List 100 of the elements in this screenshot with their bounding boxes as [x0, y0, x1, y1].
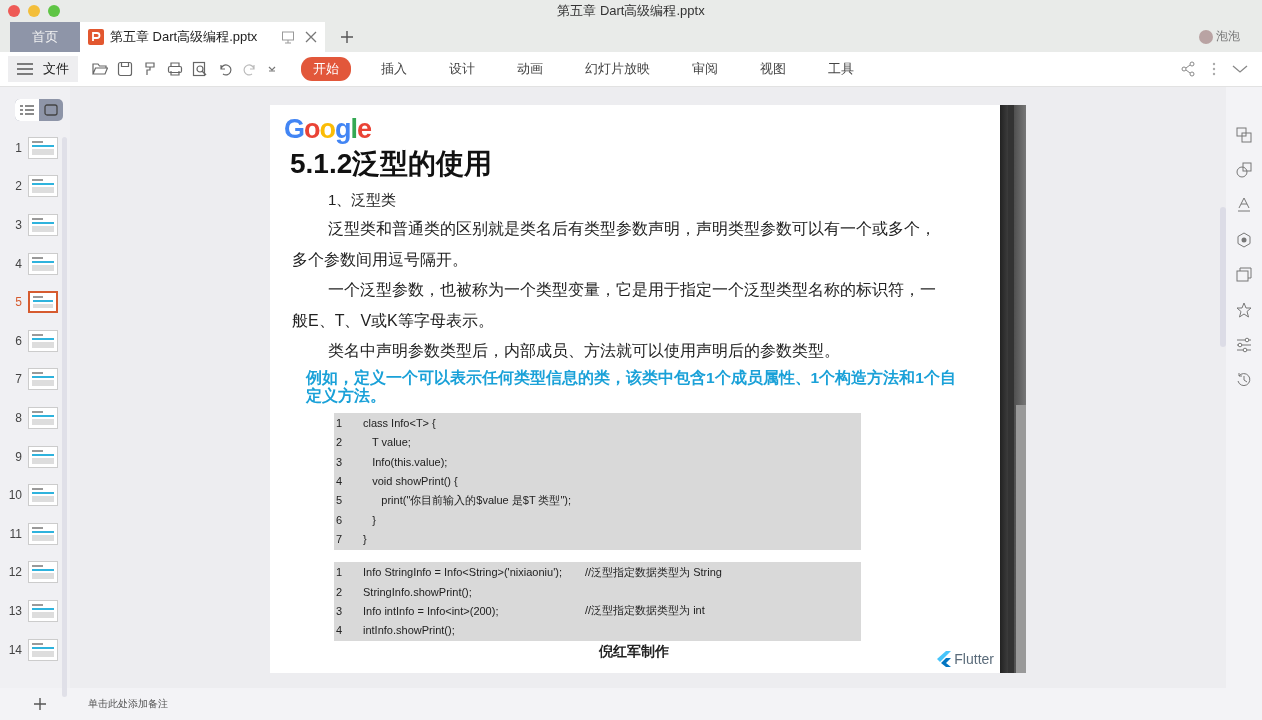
line-number: 4 [335, 624, 344, 637]
line-number: 3 [335, 455, 344, 468]
slide-thumbnail[interactable] [28, 329, 58, 352]
code-line: intInfo.showPrint(); [363, 624, 456, 637]
slide-number: 3 [14, 218, 23, 232]
redo-icon[interactable] [242, 61, 258, 77]
menu-icon [17, 63, 33, 75]
ribbon-tab[interactable]: 审阅 [680, 57, 730, 81]
notes-placeholder[interactable]: 单击此处添加备注 [88, 697, 168, 711]
line-number: 6 [335, 513, 344, 526]
ribbon-tab[interactable]: 动画 [505, 57, 555, 81]
slide-switch-icon[interactable] [1236, 127, 1252, 143]
slide-title: 5.1.2泛型的使用 [290, 147, 493, 181]
slide-number: 13 [7, 603, 23, 618]
slide-thumbnail[interactable] [28, 175, 58, 198]
shapes-icon[interactable] [1236, 162, 1252, 178]
flutter-logo-icon [937, 651, 952, 667]
code-line: class Info<T> { [363, 417, 437, 430]
save-icon[interactable] [117, 61, 133, 77]
slide-thumbnail[interactable] [28, 406, 58, 429]
slide-number: 12 [7, 565, 23, 580]
slide-number: 8 [14, 410, 23, 425]
slide-thumbnail[interactable] [28, 484, 58, 507]
slide-number: 6 [14, 333, 23, 348]
slide-number: 14 [7, 642, 23, 657]
star-icon[interactable] [1236, 302, 1252, 318]
slide-thumbnail[interactable] [28, 445, 58, 468]
slide-heading: 1、泛型类 [328, 191, 397, 210]
code-line: Info StringInfo = Info<String>('nixiaoniu'); [363, 566, 563, 579]
format-painter-icon[interactable] [142, 61, 158, 77]
ribbon-tab[interactable]: 幻灯片放映 [573, 57, 662, 81]
code-comment: //泛型指定数据类型为 int [585, 603, 705, 619]
outline-view-button[interactable] [15, 99, 39, 121]
sliders-icon[interactable] [1236, 337, 1252, 353]
user-name[interactable]: 泡泡 [1216, 28, 1240, 45]
code-line: T value; [370, 436, 412, 449]
paragraph: 一个泛型参数，也被称为一个类型变量，它是用于指定一个泛型类型名称的标识符，一般E、T、V或K等字母表示。 [292, 280, 936, 331]
slide-number: 11 [8, 526, 23, 541]
new-tab-icon[interactable] [341, 31, 353, 43]
print-preview-icon[interactable] [192, 61, 208, 77]
slide-number: 2 [14, 179, 23, 194]
brand-name: Flutter [954, 651, 994, 667]
slide-thumbnail[interactable] [28, 136, 58, 159]
list-icon [20, 104, 34, 116]
add-slide-icon[interactable] [34, 698, 46, 710]
slide-thumbnail[interactable] [28, 599, 58, 622]
line-number: 7 [335, 532, 344, 545]
code-line: void showPrint() { [371, 475, 459, 488]
open-folder-icon[interactable] [92, 61, 108, 77]
chevron-down-icon[interactable] [1232, 64, 1248, 74]
slide-number: 1 [14, 140, 23, 155]
ribbon-tab[interactable]: 设计 [437, 57, 487, 81]
history-icon[interactable] [1236, 372, 1252, 388]
slide-thumbnail[interactable] [28, 638, 58, 661]
close-button[interactable] [8, 5, 20, 17]
document-tab[interactable]: 第五章 Dart高级编程.pptx [80, 22, 325, 52]
close-icon[interactable] [305, 31, 317, 43]
code-comment: //泛型指定数据类型为 String [585, 564, 722, 580]
print-icon[interactable] [167, 61, 183, 77]
slide-thumbnail[interactable] [28, 561, 58, 584]
monitor-icon[interactable] [281, 30, 295, 44]
code-line: } [371, 513, 377, 526]
ribbon-tab[interactable]: 工具 [816, 57, 866, 81]
paragraph: 泛型类和普通类的区别就是类名后有类型参数声明，声明类型参数可以有一个或多个，多个参数间用逗号隔开。 [292, 219, 936, 270]
tab-label: 第五章 Dart高级编程.pptx [110, 28, 259, 46]
gallery-icon[interactable] [1236, 267, 1252, 283]
share-icon[interactable] [1180, 61, 1196, 77]
slide-number: 4 [14, 256, 23, 271]
slide-thumbnail[interactable] [28, 368, 58, 391]
line-number: 2 [335, 436, 344, 449]
avatar[interactable] [1199, 29, 1213, 44]
slide-number: 10 [7, 488, 23, 503]
window-title: 第五章 Dart高级编程.pptx [557, 2, 705, 20]
slide-icon [44, 104, 58, 116]
undo-icon[interactable] [217, 61, 233, 77]
paragraph: 类名中声明参数类型后，内部成员、方法就可以使用声明后的参数类型。 [327, 341, 841, 361]
logo: Google [284, 115, 372, 143]
text-style-icon[interactable] [1236, 197, 1252, 213]
highlight-text: 例如，定义一个可以表示任何类型信息的类，该类中包含1个成员属性、1个构造方法和1个自定义方法。 [306, 368, 957, 405]
slide-thumbnail[interactable] [28, 252, 58, 275]
file-menu-button[interactable]: 文件 [8, 56, 78, 82]
ribbon-tab[interactable]: 插入 [369, 57, 419, 81]
slide-number: 5 [14, 295, 23, 310]
code-line: print("你目前输入的$value 是$T 类型"); [380, 492, 573, 508]
slide-thumbnail[interactable] [28, 522, 58, 545]
slide-thumbnail[interactable] [28, 291, 58, 314]
line-number: 2 [335, 585, 344, 598]
more-options-icon[interactable] [1212, 62, 1216, 76]
minimize-button[interactable] [28, 5, 40, 17]
line-number: 3 [335, 604, 344, 617]
zoom-button[interactable] [48, 5, 60, 17]
line-number: 1 [335, 566, 344, 579]
code-line: StringInfo.showPrint(); [363, 585, 473, 598]
code-line: Info intInfo = Info<int>(200); [363, 604, 500, 617]
slide-thumbnail[interactable] [28, 214, 58, 236]
ribbon-tab[interactable]: 视图 [748, 57, 798, 81]
line-number: 5 [335, 494, 344, 507]
hexagon-icon[interactable] [1236, 232, 1252, 248]
presentation-icon [88, 29, 104, 45]
ribbon-tab[interactable]: 开始 [301, 57, 351, 81]
